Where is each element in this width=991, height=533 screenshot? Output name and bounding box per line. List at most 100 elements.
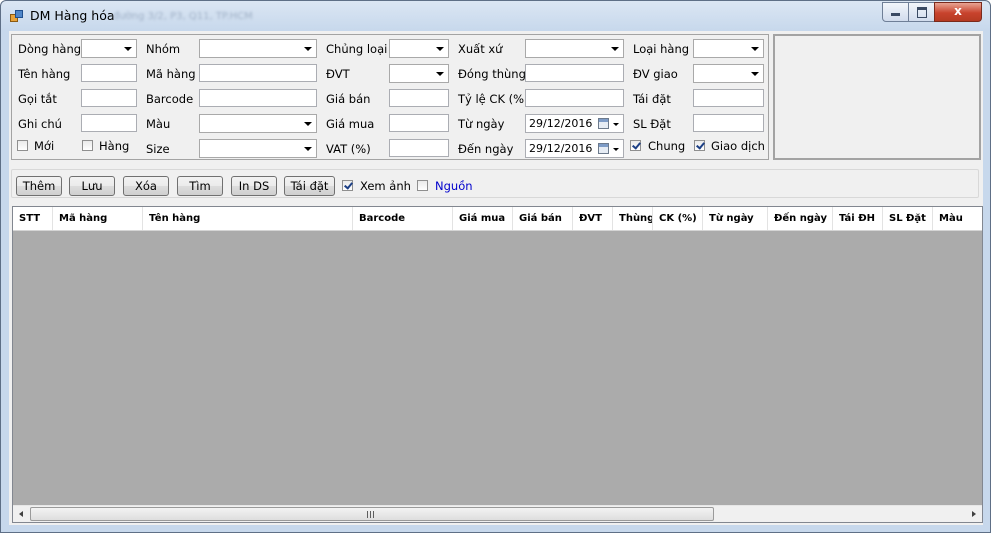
ghi-chu-input[interactable] bbox=[81, 114, 137, 132]
chevron-down-icon bbox=[751, 47, 759, 51]
label-vat: VAT (%) bbox=[326, 142, 371, 156]
chevron-down-icon bbox=[304, 122, 312, 126]
chung-loai-combo[interactable] bbox=[389, 39, 449, 58]
dong-thung-input[interactable] bbox=[525, 64, 624, 82]
chevron-down-icon bbox=[304, 147, 312, 151]
action-toolbar: Thêm Lưu Xóa Tìm In DS Tái đặt Xem ảnh N… bbox=[11, 169, 979, 198]
loai-hang-combo[interactable] bbox=[693, 39, 764, 58]
label-xem-anh: Xem ảnh bbox=[360, 179, 411, 193]
goi-tat-input[interactable] bbox=[81, 89, 137, 107]
mau-combo[interactable] bbox=[199, 114, 317, 133]
chevron-down-icon bbox=[436, 47, 444, 51]
nhom-combo[interactable] bbox=[199, 39, 317, 58]
den-ngay-datepicker[interactable]: 29/12/2016 bbox=[525, 139, 624, 158]
label-barcode: Barcode bbox=[146, 92, 194, 106]
column-header[interactable]: Giá mua bbox=[453, 207, 513, 230]
moi-checkbox[interactable] bbox=[17, 140, 28, 151]
chevron-down-icon bbox=[124, 47, 132, 51]
label-dv-giao: ĐV giao bbox=[633, 67, 678, 81]
chevron-down-icon bbox=[751, 72, 759, 76]
hang-checkbox[interactable] bbox=[82, 140, 93, 151]
column-header[interactable]: Từ ngày bbox=[703, 207, 768, 230]
maximize-button[interactable] bbox=[908, 2, 935, 22]
chung-checkbox[interactable] bbox=[630, 140, 641, 151]
them-button[interactable]: Thêm bbox=[16, 176, 62, 196]
label-moi: Mới bbox=[34, 139, 55, 153]
tim-button[interactable]: Tìm bbox=[177, 176, 223, 196]
grid-header: STT Mã hàng Tên hàng Barcode Giá mua Giá… bbox=[13, 207, 982, 231]
close-button[interactable]: x bbox=[934, 2, 982, 22]
column-header[interactable]: ĐVT bbox=[573, 207, 613, 230]
app-icon bbox=[10, 10, 23, 22]
vat-input[interactable] bbox=[389, 139, 449, 157]
window-title: DM Hàng hóa bbox=[30, 8, 115, 23]
form-client-area: Dòng hàng Tên hàng Gọi tắt Ghi chú Mới H… bbox=[9, 31, 983, 525]
xuat-xu-combo[interactable] bbox=[525, 39, 624, 58]
label-tu-ngay: Từ ngày bbox=[458, 117, 505, 131]
label-dong-thung: Đóng thùng bbox=[458, 67, 526, 81]
chevron-down-icon bbox=[304, 47, 312, 51]
column-header[interactable]: Tên hàng bbox=[143, 207, 353, 230]
scrollbar-thumb[interactable] bbox=[30, 507, 714, 521]
tu-ngay-datepicker[interactable]: 29/12/2016 bbox=[525, 114, 624, 133]
gia-mua-input[interactable] bbox=[389, 114, 449, 132]
size-combo[interactable] bbox=[199, 139, 317, 158]
label-giao-dich: Giao dịch bbox=[711, 139, 765, 153]
nguon-checkbox[interactable] bbox=[417, 180, 428, 191]
in-ds-button[interactable]: In DS bbox=[231, 176, 277, 196]
products-grid[interactable]: STT Mã hàng Tên hàng Barcode Giá mua Giá… bbox=[12, 206, 983, 523]
column-header[interactable]: Barcode bbox=[353, 207, 453, 230]
column-header[interactable]: STT bbox=[13, 207, 53, 230]
tai-dat-button[interactable]: Tái đặt bbox=[284, 176, 335, 196]
window-controls: x bbox=[882, 2, 982, 22]
tai-dat-input[interactable] bbox=[693, 89, 764, 107]
label-sl-dat: SL Đặt bbox=[633, 117, 671, 131]
filter-panel: Dòng hàng Tên hàng Gọi tắt Ghi chú Mới H… bbox=[11, 34, 769, 160]
product-image-box bbox=[773, 34, 981, 160]
label-ma-hang: Mã hàng bbox=[146, 67, 196, 81]
label-size: Size bbox=[146, 142, 170, 156]
title-bar[interactable]: DM Hàng hóa đường 3/2, P3, Q11, TP.HCM x bbox=[1, 1, 990, 31]
gia-ban-input[interactable] bbox=[389, 89, 449, 107]
minimize-icon bbox=[891, 13, 900, 16]
column-header[interactable]: Tái ĐH bbox=[833, 207, 883, 230]
dong-hang-combo[interactable] bbox=[81, 39, 137, 58]
chevron-down-icon bbox=[611, 47, 619, 51]
column-header[interactable]: Giá bán bbox=[513, 207, 573, 230]
label-nhom: Nhóm bbox=[146, 42, 181, 56]
column-header[interactable]: SL Đặt bbox=[883, 207, 933, 230]
window-title-suffix: đường 3/2, P3, Q11, TP.HCM bbox=[113, 11, 253, 22]
main-window: DM Hàng hóa đường 3/2, P3, Q11, TP.HCM x… bbox=[0, 0, 991, 533]
luu-button[interactable]: Lưu bbox=[69, 176, 115, 196]
tu-ngay-value: 29/12/2016 bbox=[529, 117, 593, 130]
label-hang: Hàng bbox=[99, 139, 130, 153]
close-icon: x bbox=[954, 4, 962, 18]
column-header[interactable]: Thùng bbox=[613, 207, 653, 230]
ten-hang-input[interactable] bbox=[81, 64, 137, 82]
label-gia-ban: Giá bán bbox=[326, 92, 371, 106]
column-header[interactable]: Đến ngày bbox=[768, 207, 833, 230]
barcode-input[interactable] bbox=[199, 89, 317, 107]
chevron-down-icon bbox=[613, 148, 619, 151]
label-chung: Chung bbox=[648, 139, 686, 153]
ty-le-ck-input[interactable] bbox=[525, 89, 624, 107]
sl-dat-input[interactable] bbox=[693, 114, 764, 132]
xem-anh-checkbox[interactable] bbox=[342, 180, 353, 191]
column-header[interactable]: CK (%) bbox=[653, 207, 703, 230]
calendar-icon bbox=[598, 143, 609, 154]
label-tai-dat: Tái đặt bbox=[633, 92, 671, 106]
dvt-combo[interactable] bbox=[389, 64, 449, 83]
column-header[interactable]: Màu bbox=[933, 207, 982, 230]
label-mau: Màu bbox=[146, 117, 171, 131]
dv-giao-combo[interactable] bbox=[693, 64, 764, 83]
minimize-button[interactable] bbox=[882, 2, 909, 22]
giao-dich-checkbox[interactable] bbox=[694, 140, 705, 151]
ma-hang-input[interactable] bbox=[199, 64, 317, 82]
xoa-button[interactable]: Xóa bbox=[123, 176, 169, 196]
scroll-left-icon[interactable] bbox=[13, 506, 30, 522]
column-header[interactable]: Mã hàng bbox=[53, 207, 143, 230]
label-dong-hang: Dòng hàng bbox=[18, 42, 82, 56]
horizontal-scrollbar[interactable] bbox=[13, 505, 982, 522]
scroll-right-icon[interactable] bbox=[965, 506, 982, 522]
label-dvt: ĐVT bbox=[326, 67, 350, 81]
